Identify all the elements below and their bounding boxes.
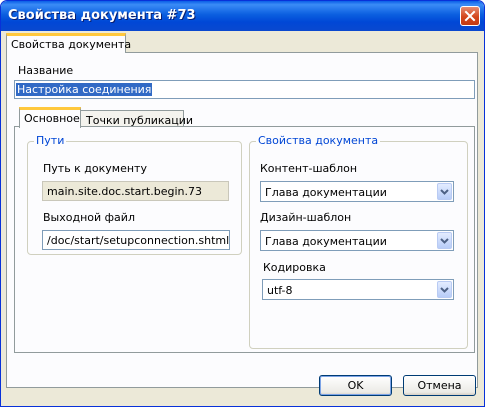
name-input-value: Настройка соединения — [16, 83, 153, 96]
doc-path-field: main.site.doc.start.begin.73 — [42, 181, 229, 201]
cancel-button[interactable]: Отмена — [403, 375, 476, 396]
output-file-label: Выходной файл — [43, 211, 135, 224]
output-file-value: /doc/start/setupconnection.shtml — [47, 234, 230, 247]
name-label: Название — [18, 64, 74, 77]
window-title: Свойства документа #73 — [8, 8, 196, 23]
encoding-label: Кодировка — [263, 261, 326, 274]
output-file-input[interactable]: /doc/start/setupconnection.shtml — [42, 230, 230, 250]
document-properties-group-legend: Свойства документа — [256, 134, 381, 147]
chevron-down-icon — [440, 237, 449, 244]
chevron-down-icon — [440, 286, 449, 293]
ok-button[interactable]: OK — [319, 375, 392, 396]
doc-path-value: main.site.doc.start.begin.73 — [47, 185, 202, 198]
tab-document-properties-label: Свойства документа — [11, 38, 132, 51]
cancel-button-label: Отмена — [417, 379, 462, 392]
close-icon — [464, 10, 476, 22]
title-bar[interactable]: Свойства документа #73 — [1, 1, 484, 31]
close-button[interactable] — [460, 6, 480, 26]
ok-button-label: OK — [347, 379, 364, 392]
tab-main[interactable]: Основное — [19, 107, 81, 128]
content-template-select[interactable]: Глава документации — [260, 181, 454, 202]
tab-main-label: Основное — [24, 112, 80, 125]
tab-document-properties[interactable]: Свойства документа — [6, 33, 131, 53]
name-input[interactable]: Настройка соединения — [14, 80, 475, 99]
content-template-label: Контент-шаблон — [260, 162, 358, 175]
chevron-down-icon — [440, 188, 449, 195]
dialog-window: Свойства документа #73 Свойства документ… — [0, 0, 485, 407]
paths-group-legend: Пути — [34, 134, 67, 147]
design-template-dropdown-button[interactable] — [437, 232, 452, 249]
doc-path-label: Путь к документу — [43, 162, 147, 175]
encoding-value: utf-8 — [267, 284, 293, 297]
design-template-label: Дизайн-шаблон — [260, 211, 352, 224]
dialog-body: Свойства документа Название Настройка со… — [1, 31, 484, 406]
content-template-value: Глава документации — [265, 186, 387, 199]
content-template-dropdown-button[interactable] — [437, 183, 452, 200]
main-tab-page: Пути Путь к документу main.site.doc.star… — [14, 126, 475, 353]
design-template-select[interactable]: Глава документации — [260, 230, 454, 251]
design-template-value: Глава документации — [265, 235, 387, 248]
encoding-select[interactable]: utf-8 — [262, 279, 454, 300]
encoding-dropdown-button[interactable] — [437, 281, 452, 298]
